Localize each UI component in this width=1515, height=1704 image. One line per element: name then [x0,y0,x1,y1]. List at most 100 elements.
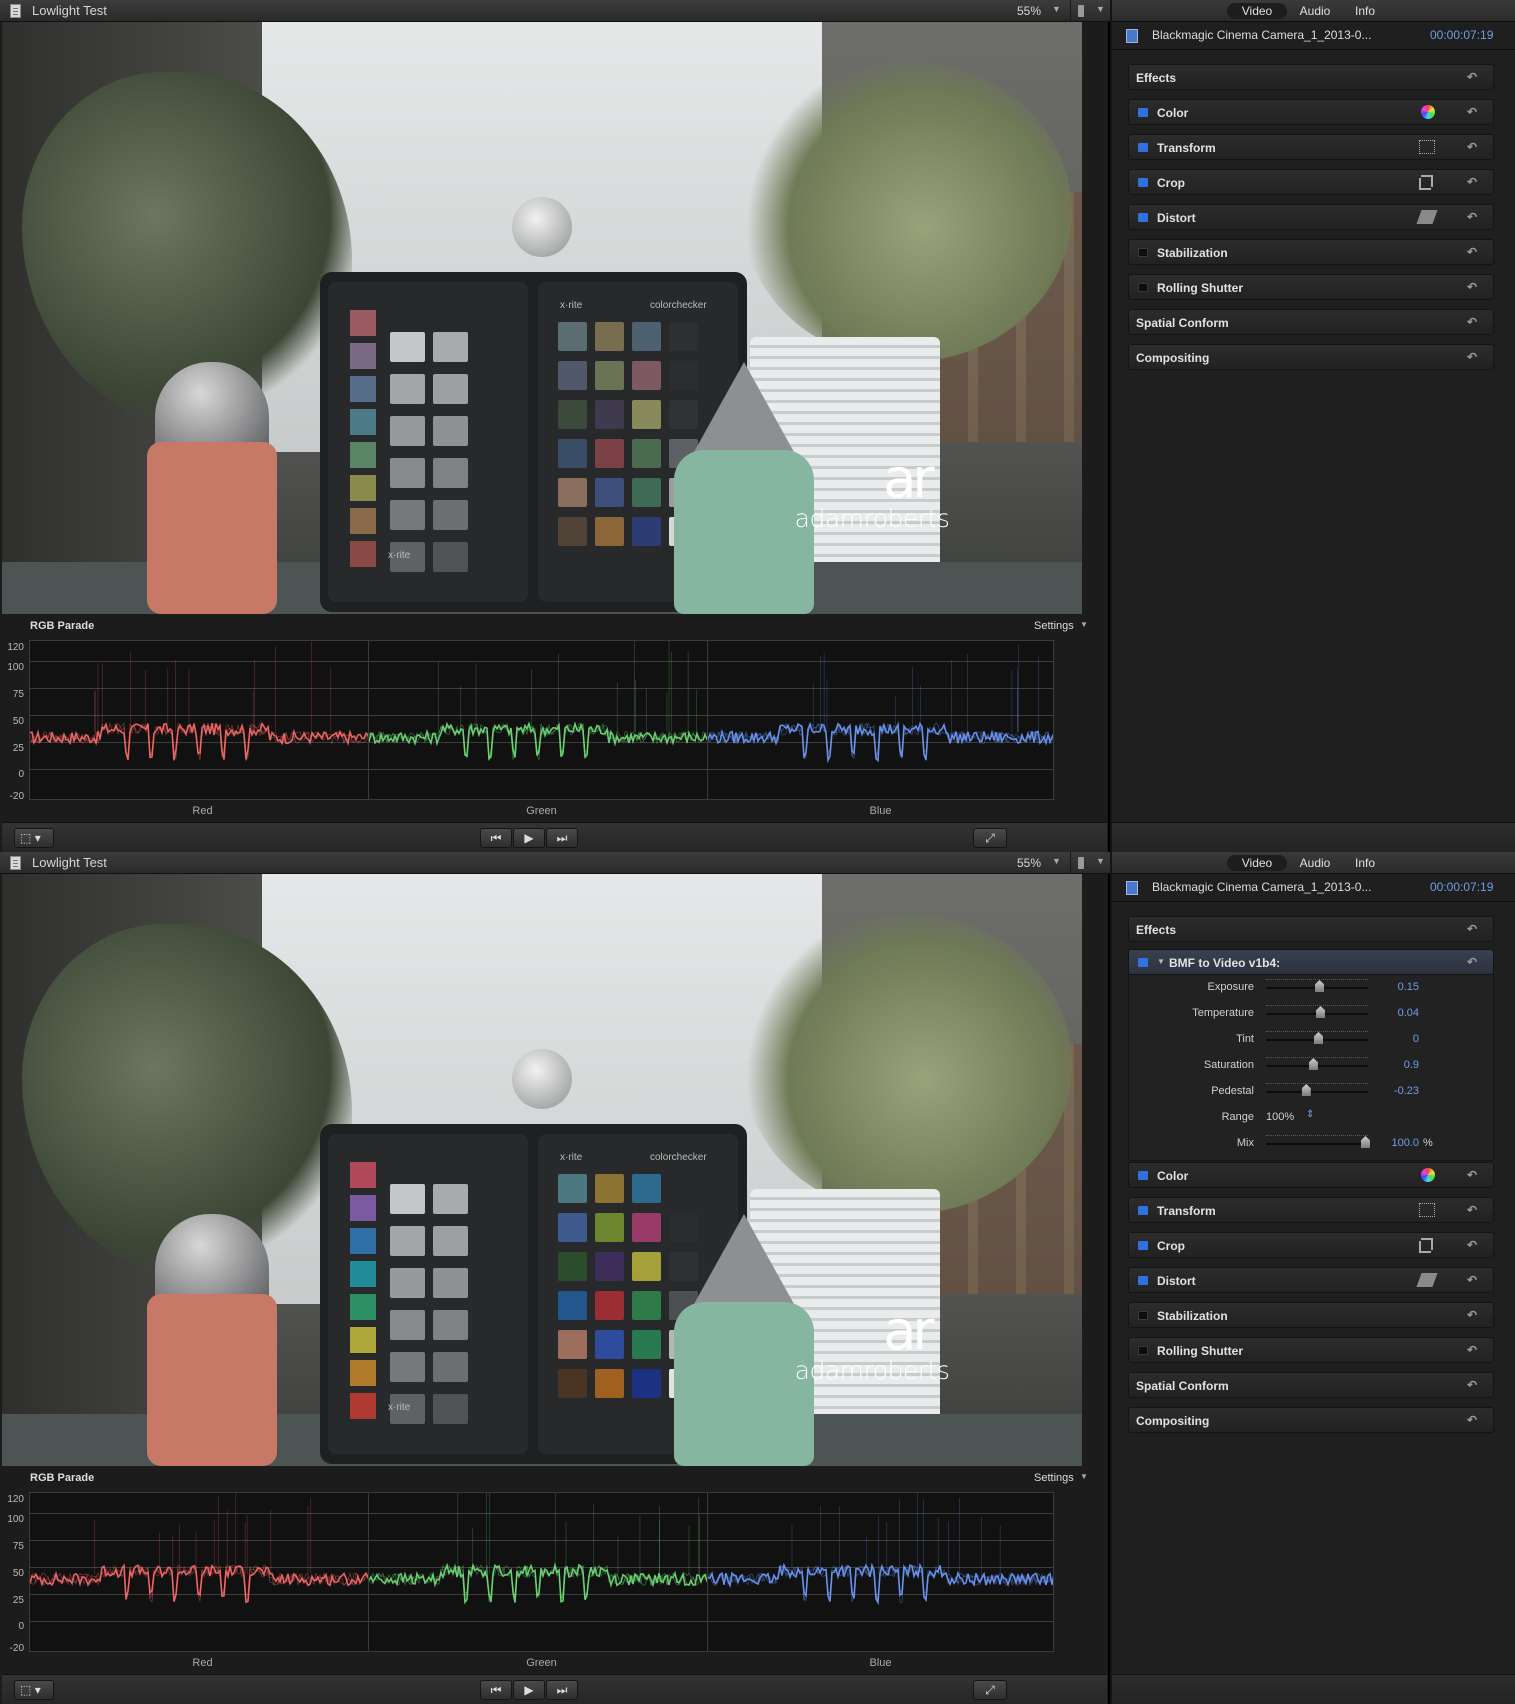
previous-edit-button[interactable]: ⏮ [480,1680,512,1700]
inspector-row-compositing[interactable]: Compositing ↶ [1128,1407,1494,1433]
tab-video[interactable]: Video [1227,855,1287,871]
play-button[interactable]: ▶ [513,828,545,848]
view-mode-button[interactable]: ⬚ ▾ [14,1680,54,1700]
zoom-dropdown-icon[interactable]: ▼ [1052,4,1061,14]
param-slider[interactable] [1266,1143,1368,1145]
inspector-row-spatial-conform[interactable]: Spatial Conform ↶ [1128,309,1494,335]
zoom-dropdown-icon[interactable]: ▼ [1052,856,1061,866]
slider-thumb[interactable] [1301,1084,1311,1096]
reset-icon[interactable]: ↶ [1467,1308,1477,1322]
enable-checkbox[interactable] [1138,1171,1148,1180]
inspector-row-color[interactable]: Color ↶ [1128,1162,1494,1188]
effects-header[interactable]: Effects ↶ [1128,64,1494,90]
enable-checkbox[interactable] [1138,213,1148,222]
crop-icon[interactable] [1419,175,1435,190]
reset-icon[interactable]: ↶ [1467,280,1477,294]
effect-header[interactable]: BMF to Video v1b4: ↶ ▼ [1128,949,1494,975]
next-edit-button[interactable]: ⏭ [546,828,578,848]
reset-icon[interactable]: ↶ [1467,1413,1477,1427]
inspector-row-distort[interactable]: Distort ↶ [1128,1267,1494,1293]
disclosure-triangle-icon[interactable]: ▼ [1157,957,1165,966]
inspector-row-color[interactable]: Color ↶ [1128,99,1494,125]
inspector-row-stabilization[interactable]: Stabilization ↶ [1128,1302,1494,1328]
view-mode-button[interactable]: ⬚ ▾ [14,828,54,848]
param-value[interactable]: 0.15 [1369,981,1419,993]
settings-dropdown-icon[interactable]: ▼ [1080,620,1088,629]
reset-icon[interactable]: ↶ [1467,1238,1477,1252]
tab-video[interactable]: Video [1227,3,1287,19]
view-options-icon[interactable] [1078,857,1084,869]
reset-icon[interactable]: ↶ [1467,245,1477,259]
enable-checkbox[interactable] [1138,108,1148,117]
enable-checkbox[interactable] [1138,178,1148,187]
reset-icon[interactable]: ↶ [1467,175,1477,189]
inspector-row-distort[interactable]: Distort ↶ [1128,204,1494,230]
reset-icon[interactable]: ↶ [1467,350,1477,364]
inspector-row-crop[interactable]: Crop ↶ [1128,1232,1494,1258]
next-edit-button[interactable]: ⏭ [546,1680,578,1700]
enable-checkbox[interactable] [1138,1311,1148,1320]
scope-settings-button[interactable]: Settings [1034,620,1074,632]
slider-thumb[interactable] [1308,1058,1318,1070]
slider-thumb[interactable] [1316,1006,1326,1018]
enable-checkbox[interactable] [1138,248,1148,257]
view-dropdown-icon[interactable]: ▼ [1096,4,1105,14]
reset-icon[interactable]: ↶ [1467,105,1477,119]
settings-dropdown-icon[interactable]: ▼ [1080,1472,1088,1481]
previous-edit-button[interactable]: ⏮ [480,828,512,848]
param-slider[interactable] [1266,1091,1368,1093]
play-button[interactable]: ▶ [513,1680,545,1700]
range-popup[interactable]: 100% [1266,1111,1294,1123]
tab-info[interactable]: Info [1345,3,1385,19]
scope-settings-button[interactable]: Settings [1034,1472,1074,1484]
color-wheel-icon[interactable] [1421,1168,1435,1182]
enable-checkbox[interactable] [1138,1276,1148,1285]
param-value[interactable]: -0.23 [1369,1085,1419,1097]
crop-icon[interactable] [1419,1238,1435,1253]
color-wheel-icon[interactable] [1421,105,1435,119]
reset-icon[interactable]: ↶ [1467,1343,1477,1357]
param-value[interactable]: 0.04 [1369,1007,1419,1019]
zoom-level[interactable]: 55% [1017,4,1041,18]
enable-checkbox[interactable] [1138,1206,1148,1215]
reset-icon[interactable]: ↶ [1467,922,1477,936]
zoom-level[interactable]: 55% [1017,856,1041,870]
tab-info[interactable]: Info [1345,855,1385,871]
reset-icon[interactable]: ↶ [1467,1273,1477,1287]
enable-checkbox[interactable] [1138,958,1148,967]
inspector-row-transform[interactable]: Transform ↶ [1128,134,1494,160]
inspector-row-stabilization[interactable]: Stabilization ↶ [1128,239,1494,265]
reset-icon[interactable]: ↶ [1467,1203,1477,1217]
tab-audio[interactable]: Audio [1287,3,1343,19]
param-value[interactable]: 0 [1369,1033,1419,1045]
fullscreen-button[interactable]: ⤢ [973,1680,1007,1700]
inspector-row-crop[interactable]: Crop ↶ [1128,169,1494,195]
enable-checkbox[interactable] [1138,1346,1148,1355]
reset-icon[interactable]: ↶ [1467,315,1477,329]
view-dropdown-icon[interactable]: ▼ [1096,856,1105,866]
enable-checkbox[interactable] [1138,1241,1148,1250]
inspector-row-transform[interactable]: Transform ↶ [1128,1197,1494,1223]
inspector-row-rolling-shutter[interactable]: Rolling Shutter ↶ [1128,274,1494,300]
reset-icon[interactable]: ↶ [1467,210,1477,224]
enable-checkbox[interactable] [1138,143,1148,152]
transform-icon[interactable] [1419,140,1435,154]
view-options-icon[interactable] [1078,5,1084,17]
distort-icon[interactable] [1416,1273,1438,1287]
inspector-row-compositing[interactable]: Compositing ↶ [1128,344,1494,370]
inspector-row-rolling-shutter[interactable]: Rolling Shutter ↶ [1128,1337,1494,1363]
reset-icon[interactable]: ↶ [1467,1378,1477,1392]
tab-audio[interactable]: Audio [1287,855,1343,871]
transform-icon[interactable] [1419,1203,1435,1217]
reset-icon[interactable]: ↶ [1467,955,1477,969]
distort-icon[interactable] [1416,210,1438,224]
reset-icon[interactable]: ↶ [1467,1168,1477,1182]
enable-checkbox[interactable] [1138,283,1148,292]
slider-thumb[interactable] [1315,980,1325,992]
param-value[interactable]: 0.9 [1369,1059,1419,1071]
inspector-row-spatial-conform[interactable]: Spatial Conform ↶ [1128,1372,1494,1398]
reset-icon[interactable]: ↶ [1467,70,1477,84]
reset-icon[interactable]: ↶ [1467,140,1477,154]
popup-stepper-icon[interactable]: ⇕ [1306,1109,1314,1120]
effects-header[interactable]: Effects ↶ [1128,916,1494,942]
